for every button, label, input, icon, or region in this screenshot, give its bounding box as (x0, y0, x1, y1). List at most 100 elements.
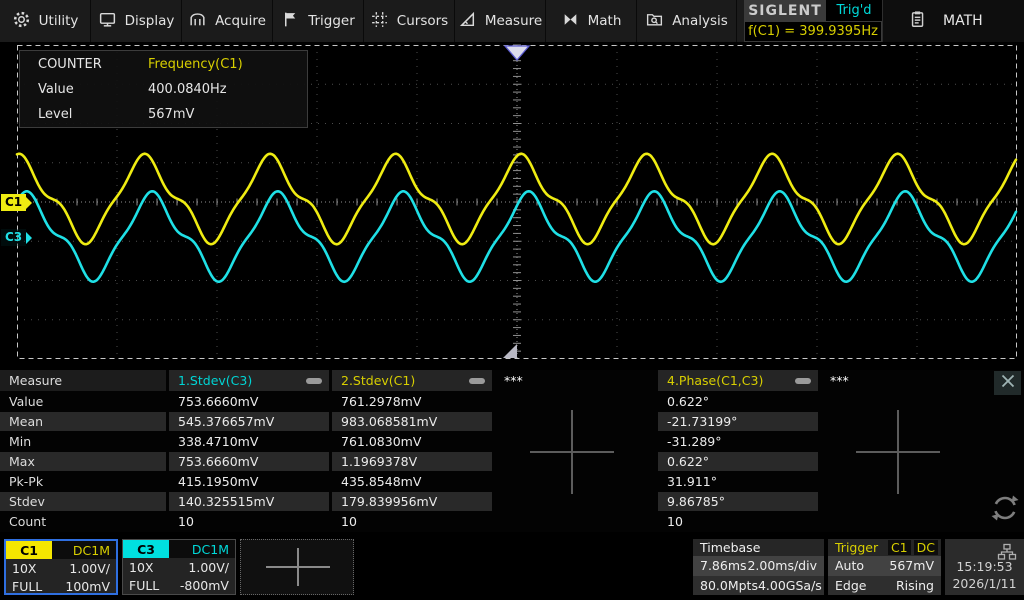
trigger-level: 567mV (889, 558, 934, 573)
add-measurement-slot-3[interactable] (530, 410, 614, 494)
menu-item-label: Measure (485, 13, 542, 29)
measure-value-cell: 179.839956mV (332, 492, 492, 511)
timebase-delay: 7.86ms (700, 558, 747, 573)
measure-icon (458, 10, 477, 33)
trigger-type: Edge (835, 578, 866, 593)
trigger-title: Trigger (835, 540, 878, 555)
measure-value-cell (821, 392, 981, 411)
menu-item-display[interactable]: Display (91, 0, 182, 42)
measure-value-cell: -31.289° (658, 432, 818, 451)
measure-slot-label: *** (504, 373, 655, 388)
c3-offset: -800mV (180, 578, 229, 593)
timebase-memory: 80.0Mpts (700, 578, 758, 593)
menu-item-measure[interactable]: Measure (455, 0, 546, 42)
measure-slot-header-4[interactable]: 4.Phase(C1,C3) (658, 370, 818, 391)
menu-item-math[interactable]: Math (546, 0, 637, 42)
menu-item-label: Utility (39, 13, 79, 29)
math-trace-button[interactable]: MATH (882, 0, 1024, 42)
menu-item-label: Display (125, 13, 175, 29)
frequency-readout: f(C1) = 399.9395Hz (744, 21, 882, 42)
menu-item-label: Analysis (672, 13, 728, 29)
measure-table: Measure1.Stdev(C3)2.Stdev(C1)***4.Phase(… (0, 370, 1024, 532)
measure-value-cell (495, 392, 655, 411)
measure-slot-label: 2.Stdev(C1) (341, 373, 469, 388)
measure-value-cell: 10 (658, 512, 818, 531)
menu-item-trigger[interactable]: Trigger (273, 0, 364, 42)
counter-title: COUNTER (20, 57, 148, 72)
remove-measurement-button[interactable] (795, 378, 811, 384)
clock-time: 15:19:53 (945, 559, 1024, 574)
c1-coupling: DC1M (73, 543, 116, 558)
reset-statistics-button[interactable] (990, 493, 1020, 527)
refresh-icon (990, 508, 1020, 527)
siglent-logo: SIGLENT (744, 0, 826, 21)
counter-value: 400.0840Hz (148, 82, 227, 97)
trigger-status-badge: Trig'd (826, 0, 882, 21)
c3-marker-arrow (26, 232, 32, 244)
measure-value-cell: 753.6660mV (169, 392, 329, 411)
counter-panel: COUNTER Frequency(C1) Value 400.0840Hz L… (19, 50, 308, 128)
c1-scale: 1.00V/ (69, 561, 110, 576)
measure-value-cell (495, 512, 655, 531)
display-icon (98, 10, 117, 33)
measure-value-cell: 0.622° (658, 452, 818, 471)
trigger-slope: Rising (896, 578, 934, 593)
flag-icon (281, 10, 300, 33)
counter-level-label: Level (20, 107, 148, 122)
close-measure-table-button[interactable] (994, 371, 1021, 395)
menu-item-label: Cursors (397, 13, 448, 29)
close-icon (1000, 373, 1016, 393)
channel-descriptor-c3[interactable]: C3 DC1M 10X 1.00V/ FULL -800mV (122, 539, 236, 595)
menu-item-acquire[interactable]: Acquire (182, 0, 273, 42)
measure-row-label: Count (0, 512, 166, 531)
measure-value-cell: -21.73199° (658, 412, 818, 431)
timebase-title: Timebase (693, 539, 824, 556)
c1-marker-label: C1 (5, 195, 22, 209)
remove-measurement-button[interactable] (469, 378, 485, 384)
trigger-panel[interactable]: Trigger C1 DC Auto 567mV Edge Rising (828, 539, 941, 595)
measure-value-cell: 9.86785° (658, 492, 818, 511)
add-measurement-slot-5[interactable] (856, 410, 940, 494)
menu-item-label: Math (588, 13, 622, 29)
timebase-sample-rate: 4.00GSa/s (758, 578, 822, 593)
measure-value-cell: 761.2978mV (332, 392, 492, 411)
c1-level-marker[interactable]: C1 (1, 194, 26, 211)
remove-measurement-button[interactable] (306, 378, 322, 384)
measure-slot-header-2[interactable]: 2.Stdev(C1) (332, 370, 492, 391)
clipboard-icon (907, 9, 927, 33)
counter-level: 567mV (148, 107, 194, 122)
counter-value-label: Value (20, 82, 148, 97)
measure-value-cell (821, 512, 981, 531)
clock-date: 2026/1/11 (945, 576, 1024, 591)
measure-row-label: Value (0, 392, 166, 411)
channel-descriptor-c1[interactable]: C1 DC1M 10X 1.00V/ FULL 100mV (4, 539, 118, 595)
measure-value-cell (495, 492, 655, 511)
c3-marker-label: C3 (5, 230, 22, 244)
add-channel-box[interactable] (240, 539, 354, 595)
menu-item-analysis[interactable]: Analysis (637, 0, 737, 42)
measure-value-cell: 1.1969378V (332, 452, 492, 471)
measure-value-cell: 753.6660mV (169, 452, 329, 471)
c3-scale: 1.00V/ (188, 560, 229, 575)
measure-slot-header-1[interactable]: 1.Stdev(C3) (169, 370, 329, 391)
measure-value-cell: 140.325515mV (169, 492, 329, 511)
menu-item-utility[interactable]: Utility (0, 0, 91, 42)
measure-row-label: Max (0, 452, 166, 471)
clock-panel: 15:19:53 2026/1/11 (945, 539, 1024, 595)
measure-slot-header-3[interactable]: *** (495, 370, 655, 391)
c1-probe: 10X (12, 561, 36, 576)
timebase-panel[interactable]: Timebase 7.86ms 2.00ms/div 80.0Mpts 4.00… (693, 539, 824, 595)
cursors-icon (370, 10, 389, 33)
measure-value-cell (821, 492, 981, 511)
trigger-source: C1 (888, 540, 911, 555)
menu-item-cursors[interactable]: Cursors (364, 0, 455, 42)
brand-panel: SIGLENT Trig'd f(C1) = 399.9395Hz (744, 0, 882, 42)
measure-row-label: Min (0, 432, 166, 451)
c3-level-marker[interactable]: C3 (1, 229, 26, 246)
menu-item-label: Trigger (308, 13, 355, 29)
measure-value-cell: 545.376657mV (169, 412, 329, 431)
waveform-display[interactable]: C1 C3 COUNTER Frequency(C1) Value 400.08… (0, 42, 1024, 368)
measure-slot-header-5[interactable]: *** (821, 370, 981, 391)
analysis-icon (645, 10, 664, 33)
measure-row-label: Stdev (0, 492, 166, 511)
